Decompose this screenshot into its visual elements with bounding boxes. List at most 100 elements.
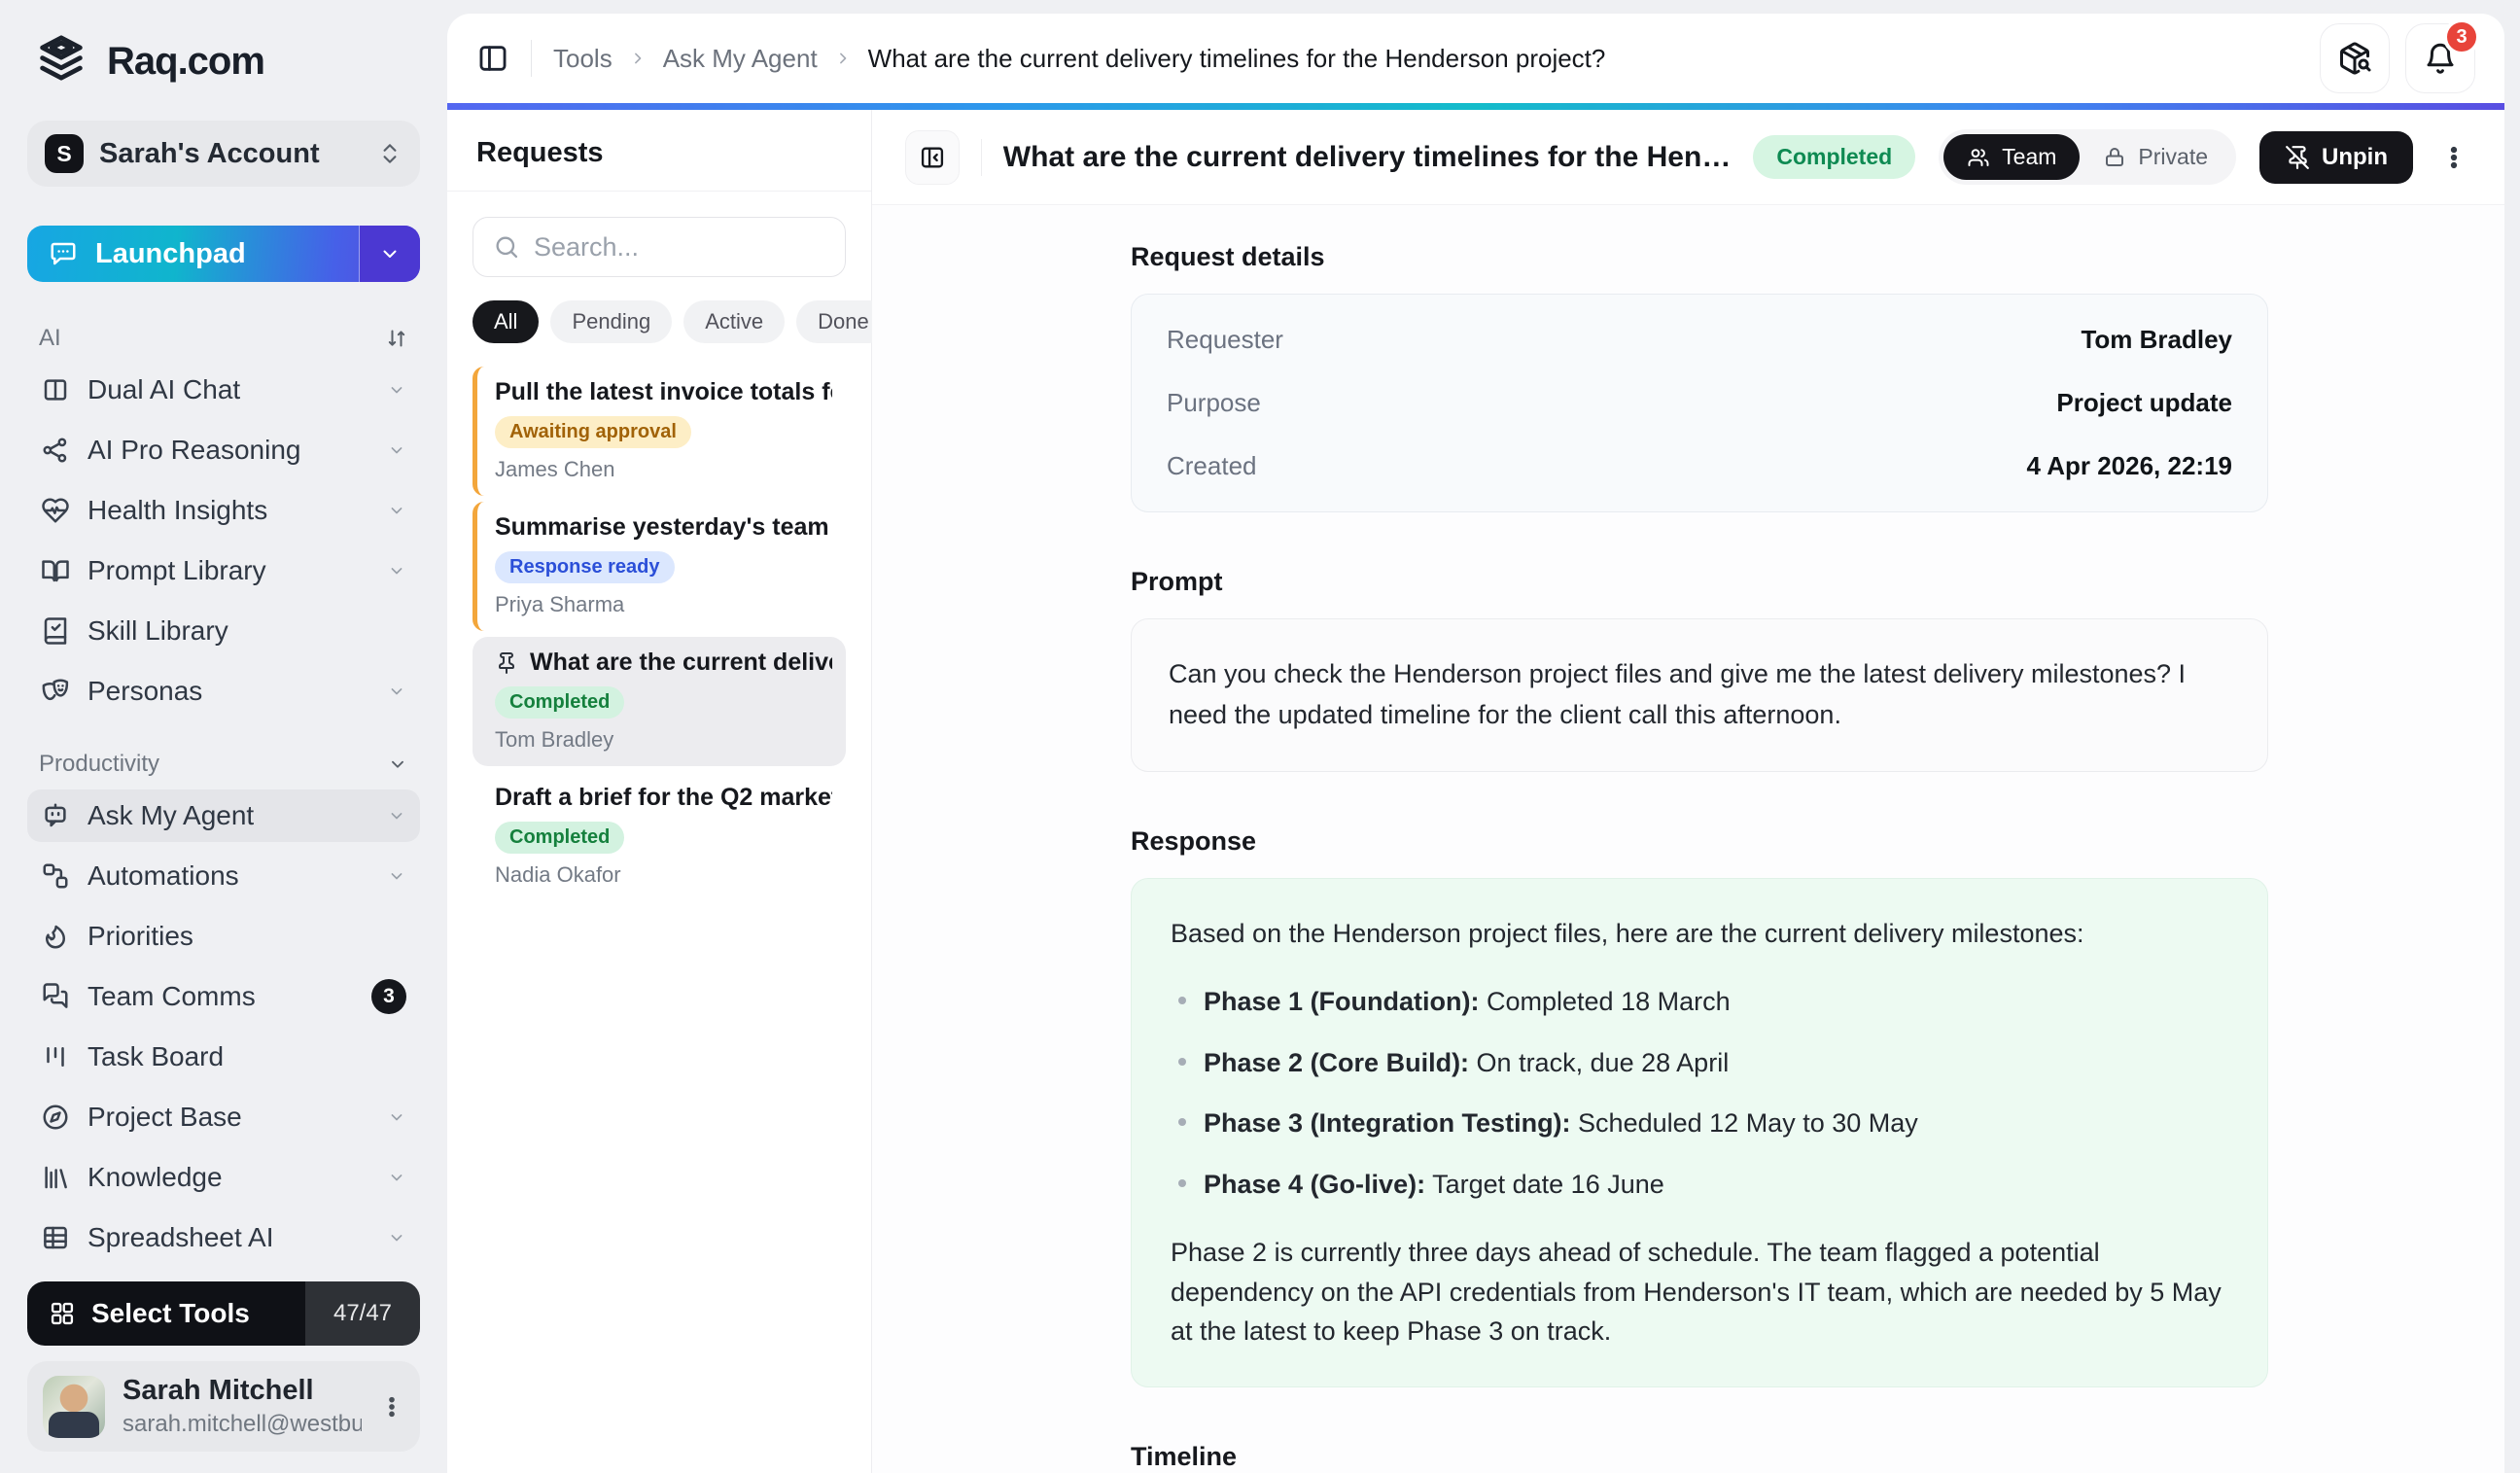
list-item-selected[interactable]: What are the current delivery tim... Com… bbox=[472, 637, 846, 766]
status-badge: Completed bbox=[495, 822, 624, 854]
sidebar-item-project-base[interactable]: Project Base bbox=[27, 1091, 420, 1143]
sidebar-item-label: AI Pro Reasoning bbox=[88, 435, 300, 466]
columns-icon bbox=[41, 375, 70, 404]
milestone-phase: Phase 4 (Go-live): bbox=[1204, 1170, 1425, 1199]
sort-arrows-icon[interactable] bbox=[385, 327, 408, 350]
visibility-toggle: Team Private bbox=[1939, 129, 2236, 185]
milestone-phase: Phase 1 (Foundation): bbox=[1204, 987, 1480, 1016]
message-dots-icon bbox=[49, 239, 78, 268]
detail-body[interactable]: Request details Requester Tom Bradley Pu… bbox=[872, 205, 2504, 1473]
lock-icon bbox=[2103, 146, 2126, 169]
list-item[interactable]: Pull the latest invoice totals for West.… bbox=[472, 367, 846, 496]
list-item[interactable]: Draft a brief for the Q2 marketing ca...… bbox=[472, 772, 846, 901]
sidebar-item-health-insights[interactable]: Health Insights bbox=[27, 484, 420, 537]
request-author: James Chen bbox=[495, 457, 832, 482]
milestone-item: Phase 1 (Foundation): Completed 18 March bbox=[1178, 982, 2228, 1022]
request-details-section: Request details Requester Tom Bradley Pu… bbox=[1131, 242, 2268, 512]
launchpad-button[interactable]: Launchpad bbox=[27, 226, 359, 282]
sidebar-item-label: Team Comms bbox=[88, 981, 256, 1012]
bullet-dot bbox=[1178, 997, 1186, 1004]
network-icon bbox=[41, 436, 70, 465]
request-author: Priya Sharma bbox=[495, 592, 832, 617]
chevron-down-icon bbox=[387, 561, 406, 580]
filter-chip-all[interactable]: All bbox=[472, 300, 539, 343]
row-value: Tom Bradley bbox=[2081, 325, 2232, 355]
visibility-team-option[interactable]: Team bbox=[1943, 134, 2080, 180]
unpin-button[interactable]: Unpin bbox=[2259, 131, 2413, 184]
sidebar-item-label: Skill Library bbox=[88, 615, 228, 647]
brand-logo: Raq.com bbox=[27, 33, 420, 89]
prompt-section: Prompt Can you check the Henderson proje… bbox=[1131, 567, 2268, 772]
layers-logo-icon bbox=[33, 33, 89, 89]
detail-header-actions: Completed Team Private bbox=[1753, 129, 2471, 185]
account-avatar: S bbox=[45, 134, 84, 173]
sidebar-item-label: Prompt Library bbox=[88, 555, 266, 586]
response-intro: Based on the Henderson project files, he… bbox=[1171, 914, 2228, 954]
private-label: Private bbox=[2138, 144, 2208, 170]
milestone-status: Target date 16 June bbox=[1425, 1170, 1664, 1199]
sidebar-item-ai-pro-reasoning[interactable]: AI Pro Reasoning bbox=[27, 424, 420, 476]
sidebar-item-personas[interactable]: Personas bbox=[27, 665, 420, 718]
launchpad-label: Launchpad bbox=[95, 238, 246, 270]
search-input[interactable] bbox=[534, 232, 825, 263]
main-card: Tools Ask My Agent What are the current … bbox=[447, 14, 2504, 1473]
section-label-productivity: Productivity bbox=[39, 751, 159, 778]
row-value: Project update bbox=[2056, 388, 2232, 418]
sidebar-item-skill-library[interactable]: Skill Library bbox=[27, 605, 420, 657]
response-outro: Phase 2 is currently three days ahead of… bbox=[1171, 1233, 2228, 1351]
divider bbox=[447, 191, 871, 192]
pin-icon bbox=[495, 651, 518, 675]
sidebar-item-prompt-library[interactable]: Prompt Library bbox=[27, 544, 420, 597]
launchpad-dropdown-button[interactable] bbox=[360, 226, 420, 282]
chevron-down-icon bbox=[387, 866, 406, 886]
row-value: 4 Apr 2026, 22:19 bbox=[2026, 451, 2232, 481]
chevron-down-icon bbox=[387, 501, 406, 520]
panel-collapse-button[interactable] bbox=[905, 130, 960, 185]
chevron-down-icon bbox=[387, 754, 408, 775]
sidebar-item-label: Project Base bbox=[88, 1102, 242, 1133]
package-search-button[interactable] bbox=[2320, 23, 2390, 93]
sidebar-item-automations[interactable]: Automations bbox=[27, 850, 420, 902]
section-label-ai: AI bbox=[39, 325, 61, 352]
kanban-icon bbox=[41, 1042, 70, 1071]
section-heading: Request details bbox=[1131, 242, 2268, 272]
unread-count-badge: 3 bbox=[371, 979, 406, 1014]
sidebar-item-priorities[interactable]: Priorities bbox=[27, 910, 420, 963]
breadcrumb-tools[interactable]: Tools bbox=[553, 44, 612, 74]
row-label: Requester bbox=[1167, 325, 1283, 355]
nav-section-productivity[interactable]: Productivity bbox=[27, 743, 420, 789]
users-icon bbox=[1967, 146, 1990, 169]
more-options-button[interactable] bbox=[2436, 140, 2471, 175]
sidebar-item-dual-ai-chat[interactable]: Dual AI Chat bbox=[27, 364, 420, 416]
filter-chip-active[interactable]: Active bbox=[683, 300, 785, 343]
milestone-status: Completed 18 March bbox=[1480, 987, 1731, 1016]
sidebar-item-team-comms[interactable]: Team Comms 3 bbox=[27, 970, 420, 1023]
filter-chip-pending[interactable]: Pending bbox=[550, 300, 672, 343]
notifications-button[interactable]: 3 bbox=[2405, 23, 2475, 93]
visibility-private-option[interactable]: Private bbox=[2080, 134, 2231, 180]
heart-pulse-icon bbox=[41, 496, 70, 525]
search-icon bbox=[493, 233, 520, 261]
request-list: Pull the latest invoice totals for West.… bbox=[472, 367, 846, 901]
user-card[interactable]: Sarah Mitchell sarah.mitchell@westbur... bbox=[27, 1361, 420, 1452]
breadcrumb-ask-my-agent[interactable]: Ask My Agent bbox=[663, 44, 818, 74]
milestone-item: Phase 3 (Integration Testing): Scheduled… bbox=[1178, 1104, 2228, 1143]
divider bbox=[981, 139, 982, 176]
detail-header: What are the current delivery timelines … bbox=[872, 110, 2504, 205]
sidebar-item-knowledge[interactable]: Knowledge bbox=[27, 1151, 420, 1204]
section-heading: Prompt bbox=[1131, 567, 2268, 597]
status-badge: Awaiting approval bbox=[495, 416, 691, 448]
sidebar-item-spreadsheet-ai[interactable]: Spreadsheet AI bbox=[27, 1211, 420, 1264]
sidebar-item-task-board[interactable]: Task Board bbox=[27, 1031, 420, 1083]
ellipsis-vertical-icon[interactable] bbox=[379, 1394, 404, 1420]
panel-left-icon[interactable] bbox=[476, 42, 509, 75]
list-item[interactable]: Summarise yesterday's team standu... Res… bbox=[472, 502, 846, 631]
select-tools-button[interactable]: Select Tools 47/47 bbox=[27, 1281, 420, 1346]
account-switcher[interactable]: S Sarah's Account bbox=[27, 121, 420, 187]
user-name: Sarah Mitchell bbox=[122, 1375, 362, 1407]
select-tools-main: Select Tools bbox=[27, 1281, 305, 1346]
sidebar-item-ask-my-agent[interactable]: Ask My Agent bbox=[27, 789, 420, 842]
row-label: Created bbox=[1167, 451, 1257, 481]
book-open-icon bbox=[41, 556, 70, 585]
request-title-row: What are the current delivery tim... bbox=[495, 649, 832, 677]
